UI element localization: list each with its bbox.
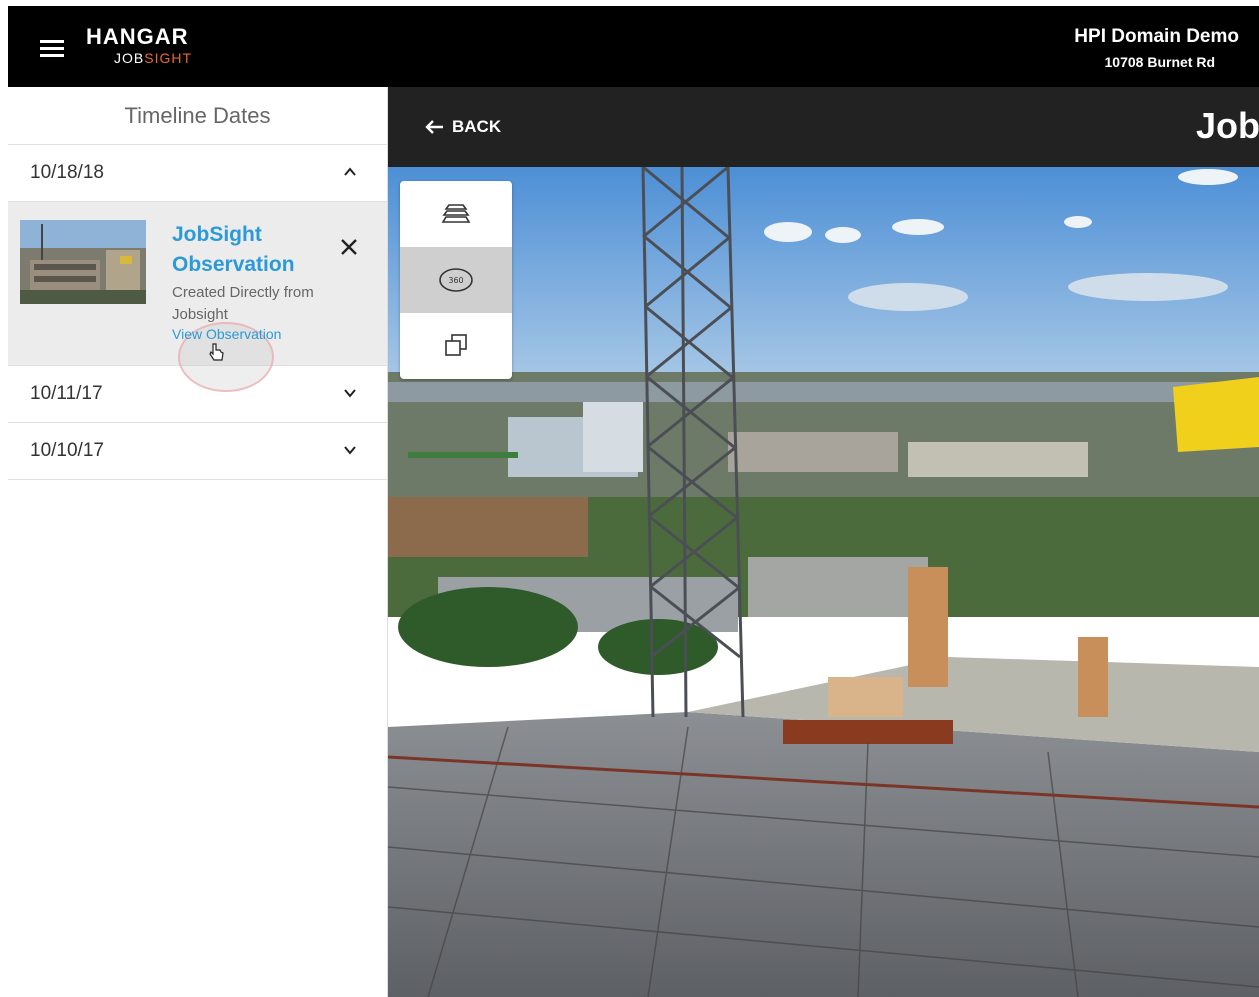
- compare-icon: [445, 334, 467, 356]
- back-label: BACK: [452, 117, 502, 136]
- top-bar: HANGAR JOBSIGHT HPI Domain Demo 10708 Bu…: [8, 6, 1259, 87]
- viewer-title: JobS: [1196, 105, 1259, 146]
- date-row-3[interactable]: 10/10/17: [8, 423, 387, 480]
- logo-subtitle-b: SIGHT: [144, 50, 193, 66]
- timeline-sidebar: Timeline Dates 10/18/18 JobSight Observa…: [8, 87, 388, 997]
- menu-icon[interactable]: [40, 40, 64, 58]
- svg-text:360: 360: [448, 276, 463, 285]
- logo-subtitle: JOBSIGHT: [114, 50, 192, 66]
- arrow-left-icon: [425, 120, 443, 134]
- date-label: 10/10/17: [30, 440, 104, 461]
- view-observation-link[interactable]: View Observation: [172, 326, 281, 342]
- observation-description: Created Directly from Jobsight: [172, 284, 314, 323]
- chevron-down-icon[interactable]: [343, 443, 357, 457]
- site-address: 10708 Burnet Rd: [1104, 54, 1215, 70]
- viewer-header: BACK JobS: [388, 87, 1259, 167]
- compare-button[interactable]: [400, 313, 512, 379]
- viewer-panel: BACK JobS: [388, 87, 1259, 997]
- site-name: HPI Domain Demo: [1074, 26, 1239, 47]
- date-row-2[interactable]: 10/11/17: [8, 366, 387, 423]
- observation-title[interactable]: JobSight Observation: [172, 220, 312, 280]
- view-360-icon: 360: [439, 268, 473, 292]
- hand-cursor-icon: [209, 343, 224, 361]
- date-row-1[interactable]: 10/18/18: [8, 145, 387, 202]
- date-label: 10/18/18: [30, 162, 104, 183]
- site-photo[interactable]: [388, 167, 1259, 997]
- chevron-down-icon[interactable]: [343, 386, 357, 400]
- site-info: HPI Domain Demo 10708 Burnet Rd: [1074, 26, 1239, 70]
- logo-wordmark: HANGAR: [86, 24, 189, 49]
- sidebar-title: Timeline Dates: [8, 87, 387, 145]
- chevron-up-icon[interactable]: [343, 165, 357, 179]
- view-mode-toolbar: 360: [400, 181, 512, 379]
- logo[interactable]: HANGAR JOBSIGHT: [86, 24, 226, 74]
- layers-button[interactable]: [400, 181, 512, 247]
- back-button[interactable]: BACK: [424, 117, 501, 137]
- date-label: 10/11/17: [30, 383, 103, 404]
- layers-icon: [441, 204, 471, 223]
- view-360-button[interactable]: 360: [400, 247, 512, 313]
- observation-thumbnail[interactable]: [20, 220, 146, 304]
- logo-subtitle-a: JOB: [114, 50, 145, 66]
- close-icon[interactable]: [338, 236, 360, 258]
- observation-card[interactable]: JobSight Observation Created Directly fr…: [8, 202, 387, 392]
